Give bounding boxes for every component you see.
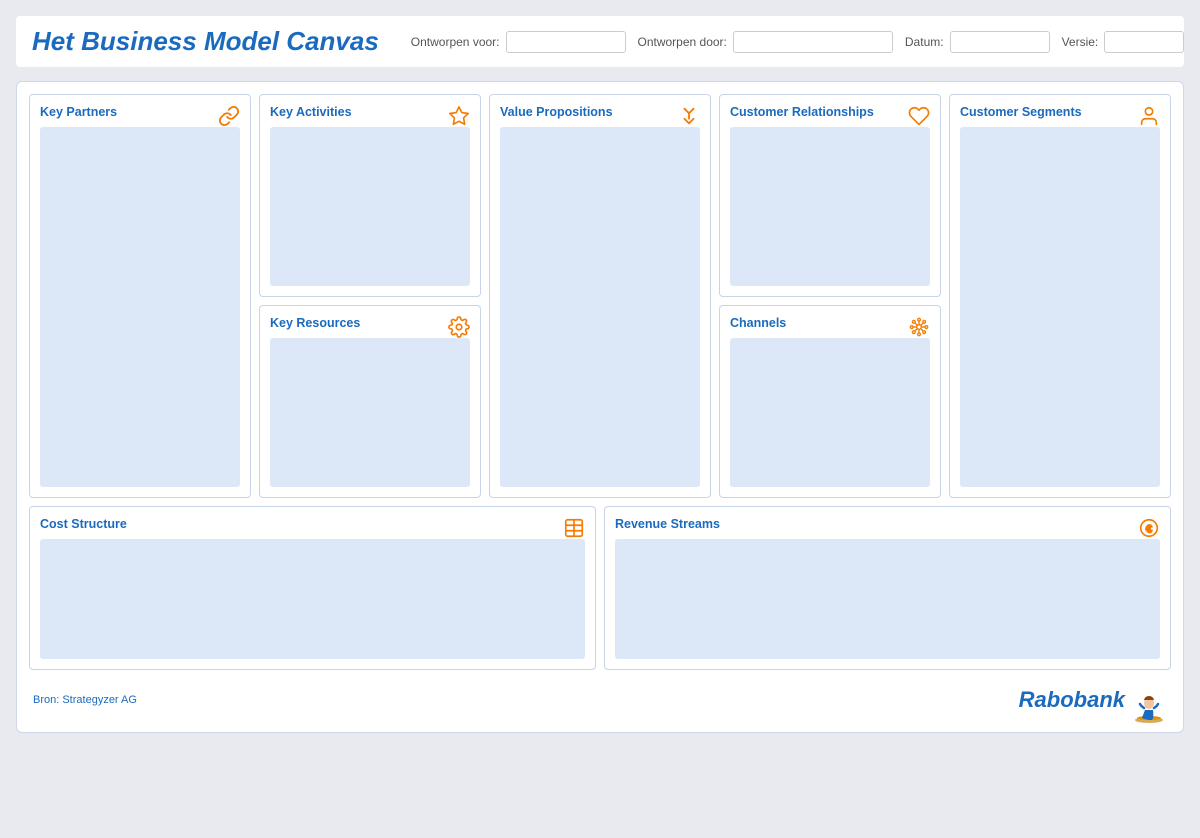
arrows-icon [678, 105, 700, 133]
cost-structure-cell: Cost Structure [29, 506, 596, 670]
key-activities-cell: Key Activities [259, 94, 481, 297]
customer-relationships-cell: Customer Relationships [719, 94, 941, 297]
person-icon [1138, 105, 1160, 133]
rabobank-figure-icon [1131, 680, 1167, 720]
svg-text:€: € [1146, 524, 1152, 536]
rabobank-text: Rabobank [1019, 687, 1125, 713]
euro-icon: € [1138, 517, 1160, 545]
customer-segments-cell: Customer Segments [949, 94, 1171, 498]
rabobank-logo: Rabobank [1019, 680, 1167, 720]
business-model-canvas: Key Partners Key Activities [16, 81, 1184, 733]
key-activities-title: Key Activities [270, 105, 470, 119]
datum-input[interactable] [950, 31, 1050, 53]
revenue-streams-cell: Revenue Streams € [604, 506, 1171, 670]
key-activities-content[interactable] [270, 127, 470, 286]
key-partners-title: Key Partners [40, 105, 240, 119]
channels-title: Channels [730, 316, 930, 330]
ontworpen-door-input[interactable] [733, 31, 893, 53]
footer: Bron: Strategyzer AG Rabobank [29, 680, 1171, 720]
customer-segments-content[interactable] [960, 127, 1160, 487]
versie-label: Versie: [1062, 35, 1099, 49]
link-icon [218, 105, 240, 133]
channels-cell: Channels [719, 305, 941, 498]
header: Het Business Model Canvas Ontworpen voor… [16, 16, 1184, 67]
customer-relationships-content[interactable] [730, 127, 930, 286]
source-text: Bron: Strategyzer AG [33, 694, 137, 706]
value-propositions-title: Value Propositions [500, 105, 700, 119]
table-icon [563, 517, 585, 545]
channels-content[interactable] [730, 338, 930, 487]
page: Het Business Model Canvas Ontworpen voor… [0, 0, 1200, 749]
cost-structure-content[interactable] [40, 539, 585, 659]
ontworpen-door-field: Ontworpen door: [638, 31, 893, 53]
gear-icon [448, 316, 470, 344]
key-resources-title: Key Resources [270, 316, 470, 330]
datum-label: Datum: [905, 35, 944, 49]
heart-icon [908, 105, 930, 133]
versie-input[interactable] [1104, 31, 1184, 53]
key-resources-content[interactable] [270, 338, 470, 487]
key-partners-cell: Key Partners [29, 94, 251, 498]
ontworpen-voor-input[interactable] [506, 31, 626, 53]
snowflake-icon [908, 316, 930, 344]
ontworpen-voor-label: Ontworpen voor: [411, 35, 500, 49]
revenue-streams-title: Revenue Streams [615, 517, 1160, 531]
datum-field: Datum: [905, 31, 1050, 53]
ontworpen-door-label: Ontworpen door: [638, 35, 727, 49]
key-resources-cell: Key Resources [259, 305, 481, 498]
star-icon [448, 105, 470, 133]
customer-relationships-title: Customer Relationships [730, 105, 930, 119]
revenue-streams-content[interactable] [615, 539, 1160, 659]
value-propositions-content[interactable] [500, 127, 700, 487]
versie-field: Versie: [1062, 31, 1185, 53]
value-propositions-cell: Value Propositions [489, 94, 711, 498]
main-grid: Key Partners Key Activities [29, 94, 1171, 498]
page-title: Het Business Model Canvas [32, 26, 379, 57]
bottom-grid: Cost Structure Revenue Streams [29, 506, 1171, 670]
ontworpen-voor-field: Ontworpen voor: [411, 31, 626, 53]
customer-segments-title: Customer Segments [960, 105, 1160, 119]
cost-structure-title: Cost Structure [40, 517, 585, 531]
key-partners-content[interactable] [40, 127, 240, 487]
